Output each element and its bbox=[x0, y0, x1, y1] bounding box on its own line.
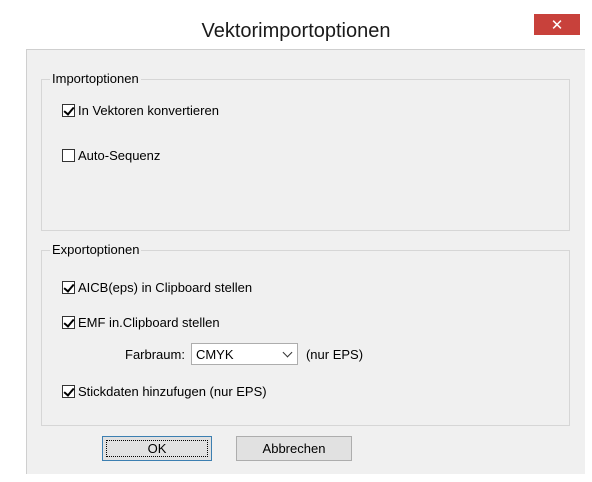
ok-button[interactable]: OK bbox=[102, 436, 212, 461]
farbraum-row: Farbraum: CMYK (nur EPS) bbox=[125, 343, 363, 365]
stickdaten-checkbox[interactable]: Stickdaten hinzufugen (nur EPS) bbox=[62, 384, 267, 399]
checkbox-unchecked-icon[interactable] bbox=[62, 149, 75, 162]
export-options-legend: Exportoptionen bbox=[50, 242, 142, 257]
farbraum-note: (nur EPS) bbox=[305, 346, 364, 362]
auto-sequence-checkbox[interactable]: Auto-Sequenz bbox=[62, 148, 160, 163]
checkbox-checked-icon[interactable] bbox=[62, 281, 75, 294]
export-options-group: Exportoptionen bbox=[41, 242, 570, 426]
auto-sequence-label: Auto-Sequenz bbox=[78, 148, 161, 163]
checkbox-checked-icon[interactable] bbox=[62, 316, 75, 329]
stickdaten-label: Stickdaten hinzufugen (nur EPS) bbox=[78, 384, 267, 399]
dialog-client-area: Importoptionen In Vektoren konvertieren … bbox=[26, 49, 585, 474]
convert-to-vectors-label: In Vektoren konvertieren bbox=[78, 103, 219, 118]
emf-clipboard-checkbox[interactable]: EMF in.Clipboard stellen bbox=[62, 315, 220, 330]
farbraum-value: CMYK bbox=[195, 346, 234, 362]
checkbox-checked-icon[interactable] bbox=[62, 385, 75, 398]
close-icon: ✕ bbox=[550, 16, 564, 34]
dialog-title: Vektorimportoptionen bbox=[201, 20, 391, 42]
aicb-clipboard-checkbox[interactable]: AICB(eps) in Clipboard stellen bbox=[62, 280, 252, 295]
aicb-clipboard-label: AICB(eps) in Clipboard stellen bbox=[78, 280, 253, 295]
cancel-button[interactable]: Abbrechen bbox=[236, 436, 352, 461]
emf-clipboard-label: EMF in.Clipboard stellen bbox=[78, 315, 220, 330]
checkbox-checked-icon[interactable] bbox=[62, 104, 75, 117]
dialog-window: Vektorimportoptionen ✕ Importoptionen In… bbox=[0, 0, 592, 482]
convert-to-vectors-checkbox[interactable]: In Vektoren konvertieren bbox=[62, 103, 219, 118]
farbraum-label: Farbraum: bbox=[125, 346, 185, 362]
cancel-button-label: Abbrechen bbox=[262, 441, 326, 456]
focus-rectangle bbox=[106, 440, 208, 457]
farbraum-select[interactable]: CMYK bbox=[190, 343, 298, 365]
close-button[interactable]: ✕ bbox=[534, 14, 580, 35]
chevron-down-icon bbox=[282, 347, 293, 357]
import-options-legend: Importoptionen bbox=[50, 71, 141, 86]
